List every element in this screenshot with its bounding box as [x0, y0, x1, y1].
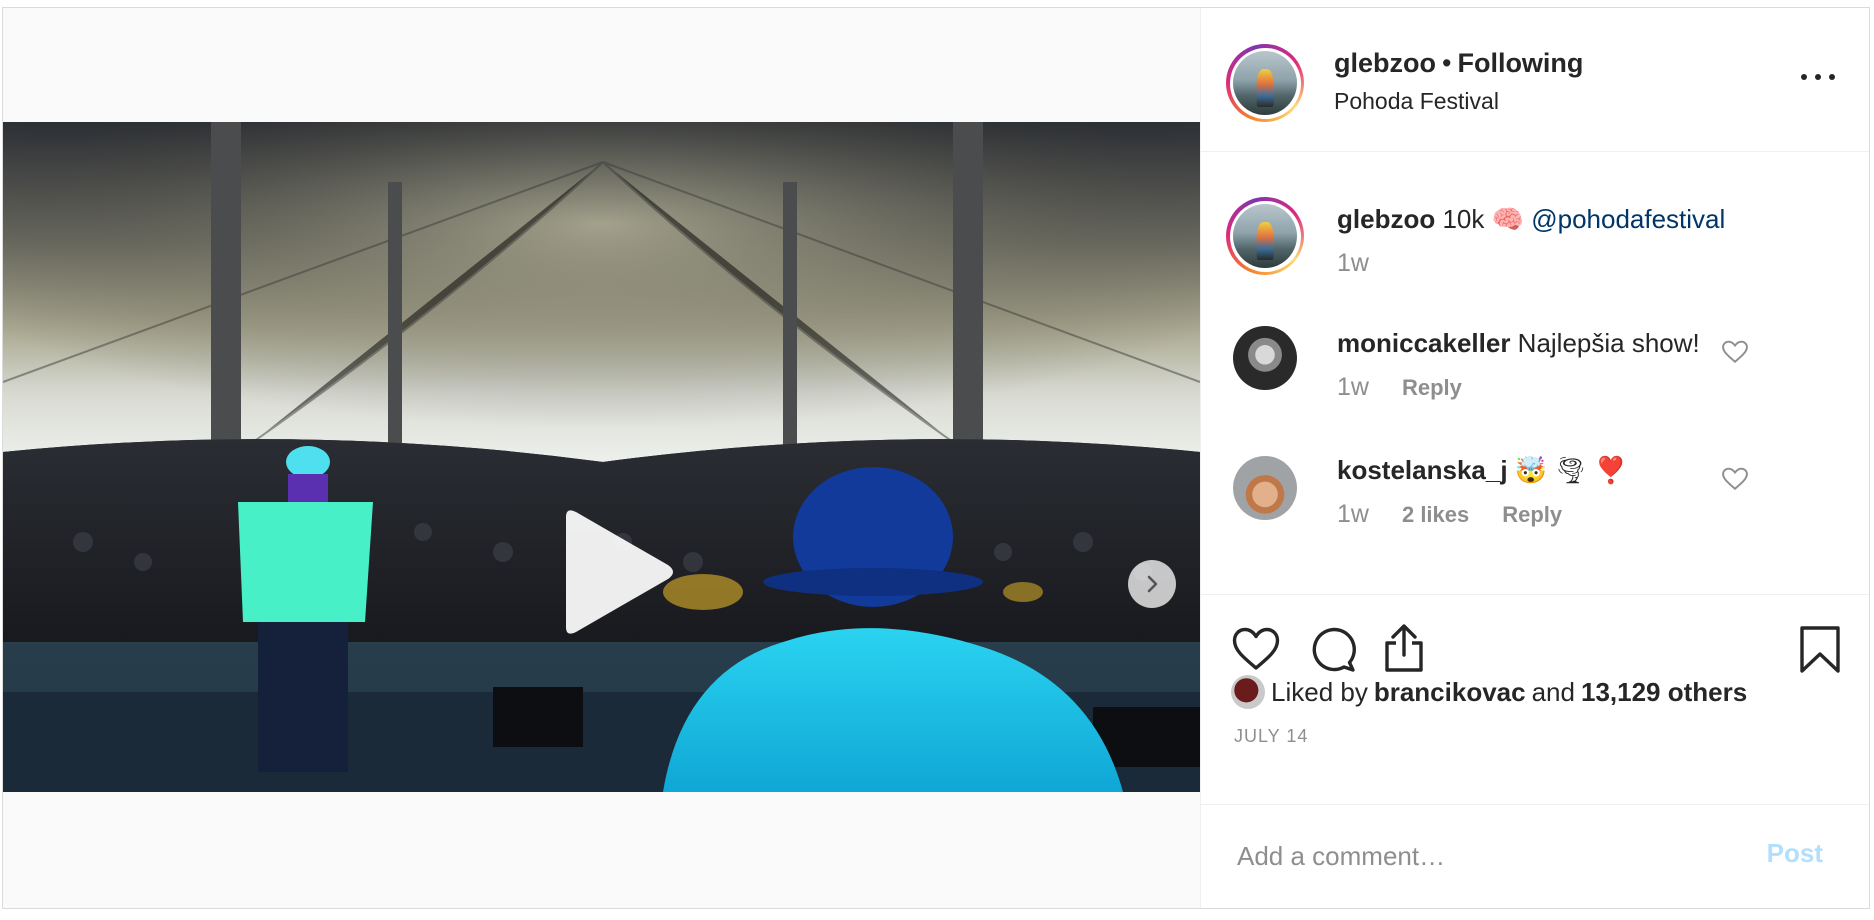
add-comment-input[interactable]	[1235, 835, 1759, 877]
following-button[interactable]: Following	[1457, 48, 1583, 78]
story-ring[interactable]	[1226, 44, 1304, 122]
caption-text: 10k 🧠	[1442, 204, 1524, 234]
play-icon[interactable]	[548, 507, 678, 637]
comment-likes-count[interactable]: 2 likes	[1402, 502, 1469, 528]
comment-username[interactable]: kostelanska_j	[1337, 455, 1508, 485]
caption-avatar	[1233, 204, 1297, 268]
like-heart-icon[interactable]	[1232, 627, 1280, 671]
caption: glebzoo 10k 🧠 @pohodafestival	[1337, 204, 1725, 235]
more-options-icon[interactable]	[1801, 70, 1835, 84]
comments-list: glebzoo 10k 🧠 @pohodafestival 1w monicca…	[1201, 151, 1869, 594]
comment: moniccakeller Najlepšia show!	[1337, 328, 1700, 359]
add-comment-bar: Post	[1201, 804, 1869, 908]
post-video[interactable]	[3, 122, 1200, 792]
liker-avatar[interactable]	[1231, 675, 1265, 709]
post-header: glebzoo • Following Pohoda Festival	[1201, 8, 1869, 152]
reply-button[interactable]: Reply	[1402, 375, 1462, 401]
comment-meta: 1w Reply	[1337, 373, 1462, 402]
caption-username[interactable]: glebzoo	[1337, 204, 1435, 234]
concert-scene-image	[3, 122, 1200, 792]
comment-text: 🤯 🌪 ❣️	[1514, 455, 1627, 485]
likes-summary: Liked by brancikovac and 13,129 others	[1231, 675, 1747, 709]
comment-bubble-icon[interactable]	[1310, 627, 1356, 673]
caption-story-ring[interactable]	[1226, 197, 1304, 275]
location-link[interactable]: Pohoda Festival	[1334, 88, 1499, 115]
media-panel	[3, 8, 1200, 908]
post-actions: Liked by brancikovac and 13,129 others J…	[1201, 594, 1869, 805]
header-username[interactable]: glebzoo	[1334, 48, 1436, 78]
post-side-panel: glebzoo • Following Pohoda Festival glebzo…	[1200, 8, 1869, 908]
next-slide-button[interactable]	[1128, 560, 1176, 608]
liked-by-joiner: and	[1531, 676, 1575, 707]
comment-time[interactable]: 1w	[1337, 373, 1369, 402]
avatar	[1233, 51, 1297, 115]
comment-like-icon[interactable]	[1722, 467, 1748, 491]
comment-username[interactable]: moniccakeller	[1337, 328, 1510, 358]
reply-button[interactable]: Reply	[1502, 502, 1562, 528]
comment: kostelanska_j 🤯 🌪 ❣️	[1337, 455, 1627, 486]
post-comment-button[interactable]: Post	[1761, 837, 1829, 870]
comment-time[interactable]: 1w	[1337, 500, 1369, 529]
comment-like-icon[interactable]	[1722, 340, 1748, 364]
post-date[interactable]: JULY 14	[1234, 726, 1308, 747]
commenter-avatar[interactable]	[1233, 326, 1297, 390]
header-user-line: glebzoo • Following	[1334, 48, 1583, 79]
comment-meta: 1w 2 likes Reply	[1337, 500, 1562, 529]
liker-username[interactable]: brancikovac	[1374, 677, 1526, 708]
caption-mention[interactable]: @pohodafestival	[1531, 204, 1725, 234]
chevron-right-icon	[1147, 575, 1158, 593]
comment-text: Najlepšia show!	[1517, 328, 1700, 358]
caption-time[interactable]: 1w	[1337, 249, 1369, 278]
caption-meta: 1w	[1337, 249, 1369, 278]
liked-by-prefix: Liked by	[1271, 676, 1368, 707]
likes-others-link[interactable]: 13,129 others	[1581, 677, 1747, 708]
share-icon[interactable]	[1381, 623, 1427, 673]
header-separator: •	[1442, 48, 1452, 78]
bookmark-icon[interactable]	[1799, 625, 1841, 675]
commenter-avatar[interactable]	[1233, 456, 1297, 520]
post-dialog: glebzoo • Following Pohoda Festival glebzo…	[2, 7, 1870, 909]
